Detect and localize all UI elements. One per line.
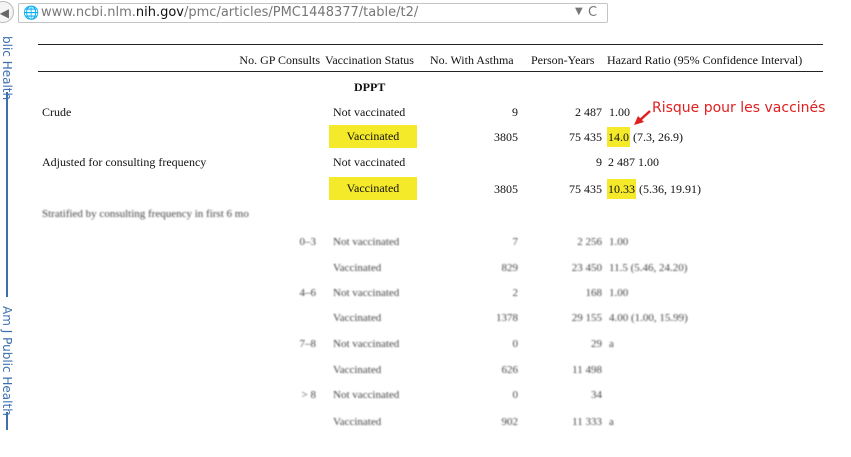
table-top-rule [38, 44, 823, 45]
person-years: 23 450 [571, 262, 602, 274]
status-vaccinated-highlight: Vaccinated [329, 177, 417, 200]
asthma-count: 0 [512, 389, 519, 401]
col-header-hazard-ratio: Hazard Ratio (95% Confidence Interval) [607, 53, 803, 67]
annotation-text: Risque pour les vaccinés [652, 100, 826, 116]
hazard-ratio: 1.00 [609, 287, 629, 299]
consult-group: 7–8 [299, 338, 317, 350]
consult-group: 4–6 [299, 287, 317, 299]
asthma-count: 829 [501, 262, 519, 274]
row-label-crude: Crude [42, 105, 72, 119]
hazard-ratio: a [609, 416, 614, 428]
vaccination-status: Not vaccinated [333, 338, 400, 350]
person-years: 75 435 [569, 182, 602, 196]
table-header-rule [38, 71, 823, 72]
asthma-count: 0 [512, 338, 519, 350]
col-header-asthma: No. With Asthma [430, 53, 514, 67]
row-label-adjusted: Adjusted for consulting frequency [42, 155, 207, 169]
asthma-count: 902 [501, 416, 519, 428]
person-years: 2 487 [575, 105, 602, 119]
col-header-person-years: Person-Years [531, 53, 595, 67]
status-not-vaccinated: Not vaccinated [333, 105, 406, 119]
hazard-ratio: 4.00 (1.00, 15.99) [609, 312, 688, 324]
col-header-gp-consults: No. GP Consults [239, 53, 320, 67]
asthma-count: 3805 [494, 130, 518, 144]
consult-group: 0–3 [299, 236, 317, 248]
annotation-arrow-icon [634, 110, 651, 125]
side-line-bottom [6, 412, 8, 430]
asthma-count: 2 [512, 287, 519, 299]
person-years-hazard-ratio: 2 487 1.00 [608, 155, 659, 169]
asthma-count: 626 [501, 364, 519, 376]
person-years: 34 [591, 389, 602, 401]
status-vaccinated-highlight: Vaccinated [329, 125, 417, 148]
back-arrow-icon[interactable]: ◀ [0, 1, 14, 23]
asthma-count: 3805 [494, 182, 518, 196]
chevron-down-icon[interactable]: ▼ [575, 6, 583, 17]
url-field[interactable]: 🌐 www.ncbi.nlm.nih.gov/pmc/articles/PMC1… [18, 3, 608, 23]
person-years: 29 155 [571, 312, 602, 324]
person-years: 11 333 [572, 416, 602, 428]
section-title: DPPT [354, 80, 386, 94]
asthma-count: 9 [596, 155, 602, 169]
hazard-ratio-highlight: 10.33 [607, 179, 636, 199]
person-years: 11 498 [572, 364, 602, 376]
person-years: 29 [591, 338, 602, 350]
journal-side-label[interactable]: Am J Public Health [0, 306, 14, 416]
asthma-count: 9 [512, 105, 518, 119]
vaccination-status: Not vaccinated [333, 389, 400, 401]
journal-side-label-top[interactable]: blic Health [0, 36, 14, 100]
confidence-interval: (7.3, 26.9) [633, 130, 683, 144]
vaccination-status: Vaccinated [333, 312, 382, 324]
hazard-ratio: 1.00 [609, 105, 630, 119]
hazard-ratio: 10.33 (5.36, 19.91) [607, 179, 701, 199]
hazard-ratio: 11.5 (5.46, 24.20) [609, 262, 688, 274]
confidence-interval: (5.36, 19.91) [639, 182, 701, 196]
reload-icon[interactable]: C [588, 5, 597, 20]
vaccination-status: Vaccinated [333, 416, 382, 428]
vaccination-status: Vaccinated [333, 262, 382, 274]
hazard-ratio: a [609, 338, 614, 350]
hazard-ratio: 14.0 (7.3, 26.9) [607, 127, 683, 147]
url-text: www.ncbi.nlm.nih.gov/pmc/articles/PMC144… [41, 5, 419, 20]
globe-icon: 🌐 [23, 6, 40, 21]
vaccination-status: Vaccinated [333, 364, 382, 376]
asthma-count: 1378 [496, 312, 518, 324]
consult-group: > 8 [301, 389, 316, 401]
col-header-vaccination-status: Vaccination Status [325, 53, 414, 67]
hazard-ratio-highlight: 14.0 [607, 127, 630, 147]
vaccination-status: Not vaccinated [333, 236, 400, 248]
side-line-top [6, 92, 8, 297]
row-label-stratified: Stratified by consulting frequency in fi… [42, 208, 249, 220]
vaccination-status: Not vaccinated [333, 287, 400, 299]
status-not-vaccinated: Not vaccinated [333, 155, 406, 169]
asthma-count: 7 [512, 236, 519, 248]
person-years: 168 [585, 287, 603, 299]
person-years: 2 256 [577, 236, 602, 248]
browser-url-bar: ◀ 🌐 www.ncbi.nlm.nih.gov/pmc/articles/PM… [0, 0, 851, 28]
person-years: 75 435 [569, 130, 602, 144]
hazard-ratio: 1.00 [609, 236, 629, 248]
